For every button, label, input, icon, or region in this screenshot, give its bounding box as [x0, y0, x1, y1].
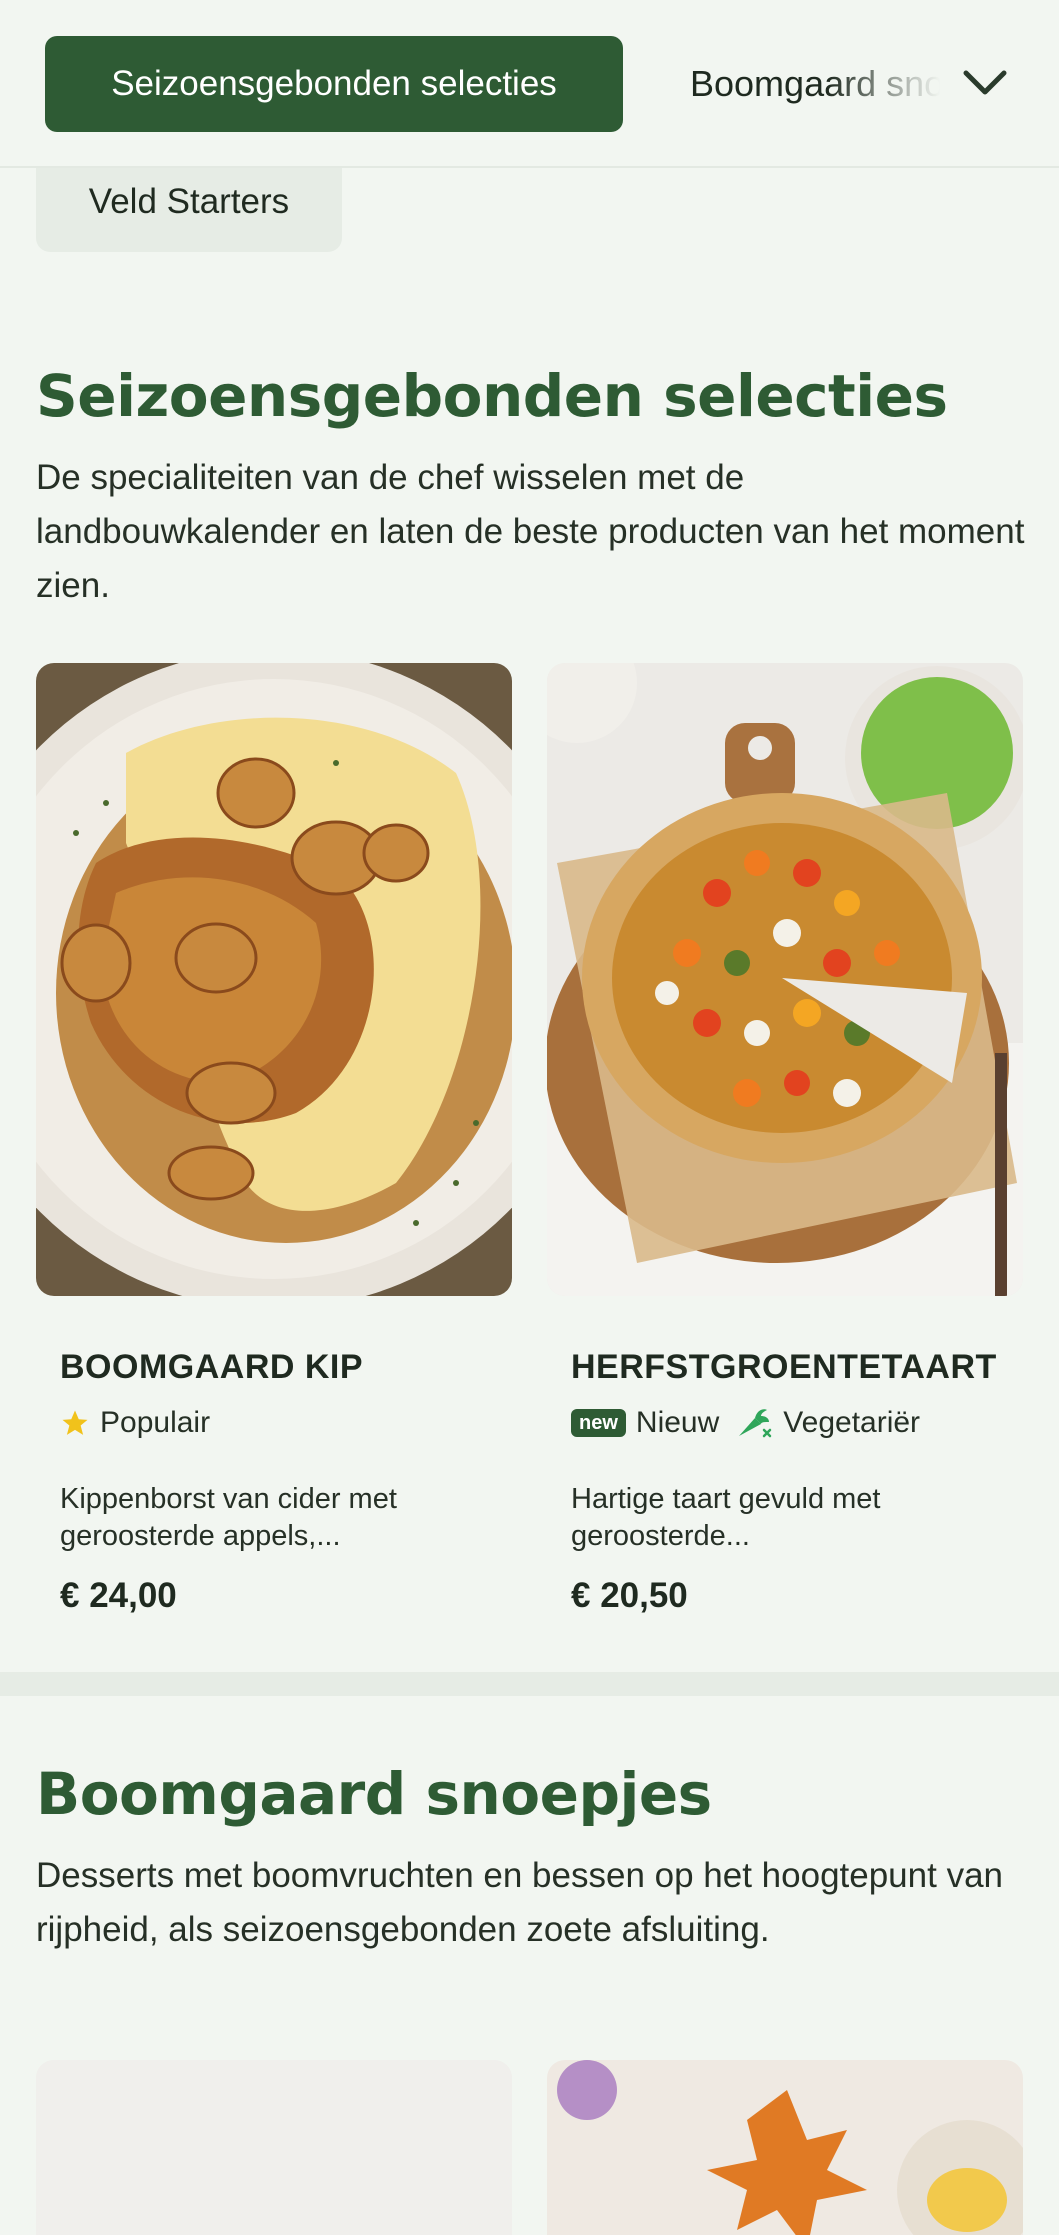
badge-label: Populair: [100, 1406, 211, 1439]
dish-image: [36, 663, 512, 1296]
badge-new: new Nieuw: [571, 1406, 719, 1440]
chevron-down-icon: [963, 70, 1007, 95]
section-title: Boomgaard snoepjes: [36, 1760, 712, 1828]
new-tag-icon: new: [571, 1409, 626, 1437]
section-description: De specialiteiten van de chef wisselen m…: [36, 458, 1025, 605]
dish-name: BOOMGAARD KIP: [60, 1348, 364, 1386]
badge-popular: Populair: [60, 1406, 210, 1440]
menu-item-card[interactable]: [36, 2060, 512, 2235]
dish-image: [547, 663, 1023, 1296]
dish-image: [36, 2060, 512, 2235]
badge-label: Vegetariër: [783, 1406, 921, 1439]
category-tab-label: Seizoensgebonden selecties: [111, 64, 557, 103]
vegetarian-carrot-icon: [739, 1409, 772, 1438]
badge-vegetarian: Vegetariër: [733, 1406, 920, 1440]
badge-label: Nieuw: [635, 1406, 720, 1439]
section-divider: [0, 1672, 1059, 1696]
dish-price: € 20,50: [571, 1576, 688, 1615]
menu-item-card[interactable]: [547, 2060, 1023, 2235]
dish-description: Kippenborst van cider met geroosterde ap…: [60, 1483, 397, 1552]
dish-name: HERFSTGROENTETAART: [571, 1348, 997, 1386]
dish-badges: new Nieuw Vegetariër: [571, 1406, 920, 1440]
category-dropdown-button[interactable]: [960, 58, 1010, 108]
star-icon: [62, 1410, 88, 1435]
category-nav: Seizoensgebonden selecties Boomgaard sno…: [0, 0, 1059, 168]
menu-item-card[interactable]: HERFSTGROENTETAART new Nieuw Vegetariër …: [547, 663, 1023, 1623]
section-title: Seizoensgebonden selecties: [36, 362, 948, 430]
dish-badges: Populair: [60, 1406, 210, 1440]
category-tab-boomgaard[interactable]: Boomgaard snoepjes: [690, 36, 940, 132]
dish-image: [547, 2060, 1023, 2235]
category-tab-seizoensgebonden[interactable]: Seizoensgebonden selecties: [45, 36, 623, 132]
dish-description: Hartige taart gevuld met geroosterde...: [571, 1483, 881, 1552]
category-tab-label: Boomgaard snoepjes: [690, 63, 940, 104]
category-tab-label: Veld Starters: [88, 182, 290, 221]
dish-price: € 24,00: [60, 1576, 177, 1615]
menu-item-card[interactable]: BOOMGAARD KIP Populair Kippenborst van c…: [36, 663, 512, 1623]
section-description: Desserts met boomvruchten en bessen op h…: [36, 1856, 1003, 1949]
